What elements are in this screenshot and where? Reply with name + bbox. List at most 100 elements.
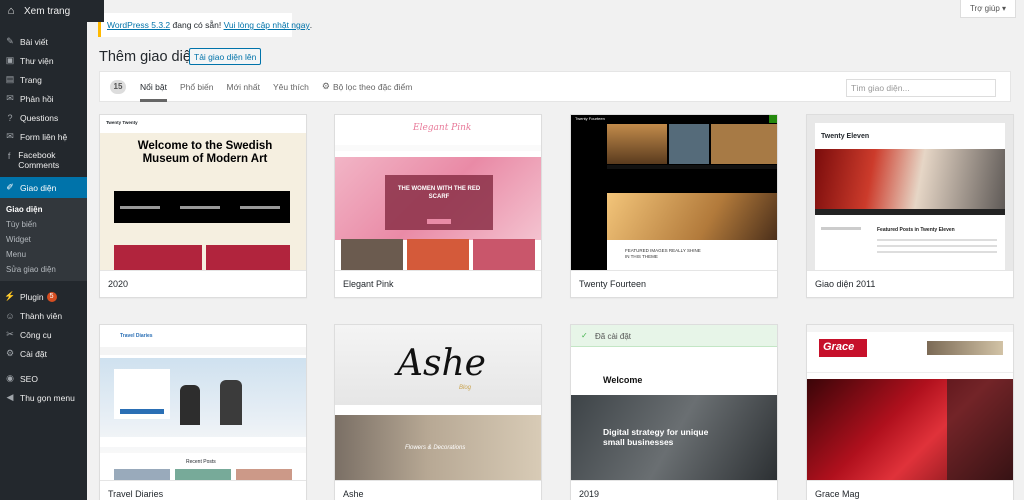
preview-logo: Ashe [397,343,486,384]
theme-card-elegant-pink[interactable]: Elegant Pink THE WOMEN WITH THE RED SCAR… [334,114,542,298]
submenu-item[interactable]: Tùy biến [0,217,87,232]
theme-card-twenty-fourteen[interactable]: Twenty Fourteen FEATURED IMAGES REALLY S… [570,114,778,298]
sidebar-item-seo[interactable]: ◉ SEO [0,369,87,388]
theme-card-ashe[interactable]: Ashe Blog Flowers & Decorations Ashe [334,324,542,500]
submenu-item[interactable]: Giao diện [0,202,87,217]
notice-end: . [309,20,313,30]
collapse-icon: ◀ [6,392,14,402]
sidebar-item-questions[interactable]: ? Questions [0,108,87,127]
preview-welcome: Welcome [603,375,643,385]
theme-screenshot: Twenty Twenty Welcome to the Swedish Mus… [100,115,306,270]
sidebar-item-label: Giao diện [20,182,57,193]
preview-post-title: FEATURED IMAGES REALLY SHINE IN THIS THE… [625,248,701,259]
theme-card-2019[interactable]: ✓ Đã cài đặt Welcome Digital strategy fo… [570,324,778,500]
search-themes-input[interactable]: Tìm giao diện... [846,79,996,97]
wordpress-version-link[interactable]: WordPress 5.3.2 [107,20,170,30]
theme-name: Ashe [335,480,541,500]
admin-sidebar: ✎ Bài viết ▣ Thư viện ▤ Trang ✉ Phản hồi? Questi… [0,0,87,500]
visit-site-link[interactable]: Xem trang [24,6,70,17]
preview-tagline: Digital strategy for unique small busine… [603,427,709,447]
theme-card-travel-diaries[interactable]: Travel Diaries Recent Posts Travel Diari… [99,324,307,500]
sidebar-item-label: Trang [20,74,42,85]
gear-icon: ⚙ [321,81,330,91]
theme-name: Grace Mag [807,480,1013,500]
sidebar-item-settings[interactable]: ⚙ Cài đặt [0,344,87,363]
admin-bar: ⌂ Xem trang [0,0,104,22]
appearance-icon: ✐ [6,182,14,192]
sidebar-item-label: Questions [20,112,59,123]
sidebar-item-label: Form liên hệ [20,131,68,142]
seo-icon: ◉ [6,373,14,383]
tab-popular[interactable]: Phổ biến [180,71,214,102]
sidebar-item-users[interactable]: ☺ Thành viên [0,306,87,325]
sidebar-item-mail[interactable]: ✉ Form liên hệ [0,127,87,146]
submenu-item[interactable]: Menu [0,247,87,262]
sidebar-item-collapse[interactable]: ◀ Thu gọn menu [0,388,87,407]
preview-recent-posts: Recent Posts [186,459,216,465]
theme-card-twenty-eleven[interactable]: Twenty Eleven Featured Posts in Twenty E… [806,114,1014,298]
tab-latest[interactable]: Mới nhất [227,71,260,102]
tab-featured[interactable]: Nổi bật [140,71,167,102]
preview-site-title: Twenty Fourteen [575,116,605,121]
tab-favorites[interactable]: Yêu thích [273,71,309,102]
appearance-submenu: Giao diện Tùy biến Widget Menu Sửa giao diện [0,198,87,281]
theme-screenshot: Ashe Blog Flowers & Decorations [335,325,541,480]
theme-screenshot: Twenty Eleven Featured Posts in Twenty E… [807,115,1013,270]
check-icon: ✓ [581,331,588,340]
sidebar-item-label: Facebook Comments [18,150,60,170]
sidebar-item-label: Thành viên [20,310,63,321]
preview-post-title: Featured Posts in Twenty Eleven [877,227,955,233]
theme-name: Giao diện 2011 [807,270,1013,297]
theme-screenshot: Grace [807,325,1013,480]
theme-screenshot: Twenty Fourteen FEATURED IMAGES REALLY S… [571,115,777,270]
upload-theme-button[interactable]: Tải giao diện lên [189,48,262,65]
theme-card-grace-mag[interactable]: Grace Grace Mag [806,324,1014,500]
settings-icon: ⚙ [5,348,15,358]
theme-name: 2020 [100,270,306,297]
theme-card-2020[interactable]: Twenty Twenty Welcome to the Swedish Mus… [99,114,307,298]
preview-site-title: Twenty Twenty [106,120,138,125]
sidebar-item-media[interactable]: ▣ Thư viện [0,51,87,70]
home-icon[interactable]: ⌂ [0,5,22,17]
theme-screenshot: Travel Diaries Recent Posts [100,325,306,480]
questions-icon: ? [7,112,13,123]
sidebar-item-label: Phản hồi [20,93,54,104]
update-now-link[interactable]: Vui lòng cập nhật ngay [224,20,310,30]
preview-logo: Elegant Pink [413,123,472,133]
submenu-item[interactable]: Sửa giao diện [0,262,87,277]
update-count-badge: 5 [46,291,57,302]
sidebar-item-comments[interactable]: ✉ Phản hồi [0,89,87,108]
preview-site-title: Twenty Eleven [821,133,870,140]
sidebar-item-pin[interactable]: ✎ Bài viết [0,32,87,51]
facebook-icon: f [7,151,11,161]
sidebar-item-label: Cài đặt [20,348,47,359]
sidebar-item-appearance[interactable]: ✐ Giao diện [0,177,87,198]
sidebar-item-tools[interactable]: ✂ Công cụ [0,325,87,344]
installed-label: Đã cài đặt [595,332,632,341]
sidebar-item-page[interactable]: ▤ Trang [0,70,87,89]
plugin-icon: ⚡ [4,291,16,301]
feature-filter-label: Bộ lọc theo đặc điểm [332,81,413,92]
sidebar-item-facebook[interactable]: f Facebook Comments [0,146,87,175]
page-title: Thêm giao diện [99,49,199,65]
filter-bar: 15 Nổi bật Phổ biến Mới nhất Yêu thích ⚙… [99,71,1011,102]
theme-count: 15 [110,79,126,94]
submenu-item[interactable]: Widget [0,232,87,247]
theme-name: Travel Diaries [100,480,306,500]
update-notice: WordPress 5.3.2 đang có sẵn! Vui lòng cậ… [98,13,312,37]
users-icon: ☺ [5,310,15,321]
theme-name: Elegant Pink [335,270,541,297]
page-icon: ▤ [5,74,15,84]
main-content: Trợ giúp ▾ WordPress 5.3.2 đang có sẵn! … [87,0,1024,500]
tools-icon: ✂ [6,329,14,339]
help-tab[interactable]: Trợ giúp ▾ [960,0,1016,18]
sidebar-item-plugin[interactable]: ⚡ Plugin 5 [0,287,87,306]
feature-filter-button[interactable]: ⚙ Bộ lọc theo đặc điểm [322,71,412,102]
preview-headline: Welcome to the Swedish Museum of Modern … [137,140,273,165]
preview-logo: Grace [823,341,855,353]
pin-icon: ✎ [6,36,14,46]
preview-hero-title: THE WOMEN WITH THE RED SCARF [397,186,481,200]
notice-text: đang có sẵn! [170,20,224,30]
preview-post-title: Flowers & Decorations [405,445,466,451]
sidebar-item-label: Plugin [20,291,44,302]
